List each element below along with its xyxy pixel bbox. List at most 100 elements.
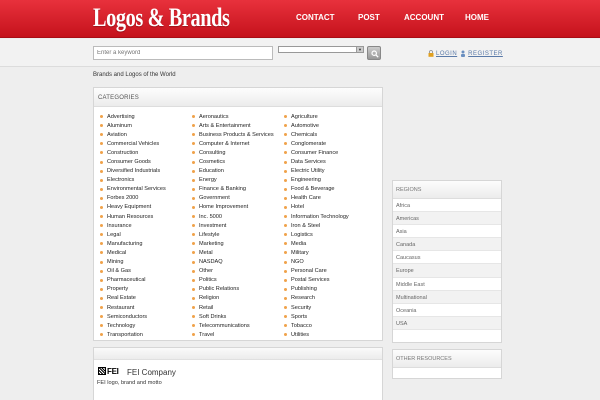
category-link[interactable]: Human Resources <box>100 212 166 221</box>
category-link[interactable]: Religion <box>192 294 274 303</box>
category-link[interactable]: Forbes 2000 <box>100 194 166 203</box>
category-link[interactable]: Heavy Equipment <box>100 203 166 212</box>
site-logo[interactable]: Logos & Brands <box>93 3 230 33</box>
region-link[interactable]: Multinational <box>393 290 501 304</box>
category-link[interactable]: Data Services <box>284 157 349 166</box>
category-link[interactable]: Information Technology <box>284 212 349 221</box>
category-link[interactable]: Construction <box>100 148 166 157</box>
category-link[interactable]: Consulting <box>192 148 274 157</box>
category-link[interactable]: NASDAQ <box>192 258 274 267</box>
category-link[interactable]: Medical <box>100 248 166 257</box>
region-link[interactable]: USA <box>393 316 501 330</box>
category-link[interactable]: Agriculture <box>284 112 349 121</box>
category-link[interactable]: Logistics <box>284 230 349 239</box>
category-link[interactable]: Aluminum <box>100 121 166 130</box>
category-link[interactable]: Automotive <box>284 121 349 130</box>
category-link[interactable]: Hotel <box>284 203 349 212</box>
category-link[interactable]: Arts & Entertainment <box>192 121 274 130</box>
category-link[interactable]: Aviation <box>100 130 166 139</box>
category-link[interactable]: Engineering <box>284 176 349 185</box>
nav-contact[interactable]: CONTACT <box>296 13 335 22</box>
nav-home[interactable]: HOME <box>465 13 489 22</box>
category-label: Environmental Services <box>107 186 166 193</box>
category-link[interactable]: Energy <box>192 176 274 185</box>
category-link[interactable]: Utilities <box>284 330 349 339</box>
category-link[interactable]: Real Estate <box>100 294 166 303</box>
category-link[interactable]: Semiconductors <box>100 312 166 321</box>
region-link[interactable]: Europe <box>393 264 501 278</box>
category-link[interactable]: Food & Beverage <box>284 185 349 194</box>
category-link[interactable]: Other <box>192 267 274 276</box>
category-link[interactable]: Aeronautics <box>192 112 274 121</box>
category-link[interactable]: Commercial Vehicles <box>100 139 166 148</box>
category-select[interactable]: ▼ <box>278 46 364 53</box>
category-link[interactable]: Iron & Steel <box>284 221 349 230</box>
search-button[interactable] <box>367 46 381 60</box>
category-link[interactable]: Media <box>284 239 349 248</box>
category-link[interactable]: Publishing <box>284 285 349 294</box>
category-link[interactable]: Pharmaceutical <box>100 276 166 285</box>
category-link[interactable]: Legal <box>100 230 166 239</box>
category-link[interactable]: Personal Care <box>284 267 349 276</box>
category-link[interactable]: Security <box>284 303 349 312</box>
nav-post[interactable]: POST <box>358 13 380 22</box>
region-link[interactable]: Caucasus <box>393 251 501 265</box>
category-link[interactable]: Public Relations <box>192 285 274 294</box>
category-link[interactable]: Military <box>284 248 349 257</box>
category-link[interactable]: Technology <box>100 321 166 330</box>
bullet-icon <box>284 215 287 219</box>
category-link[interactable]: Oil & Gas <box>100 267 166 276</box>
category-link[interactable]: Inc. 5000 <box>192 212 274 221</box>
category-link[interactable]: Environmental Services <box>100 185 166 194</box>
category-link[interactable]: Business Products & Services <box>192 130 274 139</box>
category-link[interactable]: Restaurant <box>100 303 166 312</box>
category-link[interactable]: Education <box>192 167 274 176</box>
category-link[interactable]: Finance & Banking <box>192 185 274 194</box>
category-link[interactable]: Research <box>284 294 349 303</box>
category-link[interactable]: Transportation <box>100 330 166 339</box>
region-link[interactable]: Middle East <box>393 277 501 291</box>
region-link[interactable]: Americas <box>393 212 501 226</box>
region-link[interactable]: Asia <box>393 225 501 239</box>
category-link[interactable]: Marketing <box>192 239 274 248</box>
category-link[interactable]: Lifestyle <box>192 230 274 239</box>
region-link[interactable]: Africa <box>393 199 501 213</box>
chevron-down-icon[interactable]: ▼ <box>356 47 363 52</box>
category-link[interactable]: Soft Drinks <box>192 312 274 321</box>
region-link[interactable]: Canada <box>393 238 501 252</box>
company-logo[interactable]: FEI <box>98 366 124 376</box>
register-link[interactable]: REGISTER <box>468 51 503 57</box>
nav-account[interactable]: ACCOUNT <box>404 13 444 22</box>
category-link[interactable]: Retail <box>192 303 274 312</box>
category-link[interactable]: Home Improvement <box>192 203 274 212</box>
category-link[interactable]: Property <box>100 285 166 294</box>
company-name[interactable]: FEI Company <box>127 368 176 377</box>
category-link[interactable]: Cosmetics <box>192 157 274 166</box>
category-link[interactable]: Electric Utility <box>284 167 349 176</box>
category-link[interactable]: Insurance <box>100 221 166 230</box>
category-link[interactable]: Chemicals <box>284 130 349 139</box>
category-link[interactable]: Conglomerate <box>284 139 349 148</box>
category-link[interactable]: NGO <box>284 258 349 267</box>
category-link[interactable]: Government <box>192 194 274 203</box>
category-link[interactable]: Tobacco <box>284 321 349 330</box>
category-link[interactable]: Computer & Internet <box>192 139 274 148</box>
category-link[interactable]: Travel <box>192 330 274 339</box>
category-link[interactable]: Consumer Goods <box>100 157 166 166</box>
category-link[interactable]: Manufacturing <box>100 239 166 248</box>
category-link[interactable]: Postal Services <box>284 276 349 285</box>
search-input[interactable] <box>93 46 273 60</box>
category-link[interactable]: Metal <box>192 248 274 257</box>
category-link[interactable]: Health Care <box>284 194 349 203</box>
category-link[interactable]: Diversified Industrials <box>100 167 166 176</box>
category-link[interactable]: Sports <box>284 312 349 321</box>
category-link[interactable]: Politics <box>192 276 274 285</box>
category-link[interactable]: Consumer Finance <box>284 148 349 157</box>
login-link[interactable]: LOGIN <box>436 51 457 57</box>
category-link[interactable]: Advertising <box>100 112 166 121</box>
category-link[interactable]: Telecommunications <box>192 321 274 330</box>
category-link[interactable]: Electronics <box>100 176 166 185</box>
region-link[interactable]: Oceania <box>393 303 501 317</box>
category-link[interactable]: Investment <box>192 221 274 230</box>
category-link[interactable]: Mining <box>100 258 166 267</box>
